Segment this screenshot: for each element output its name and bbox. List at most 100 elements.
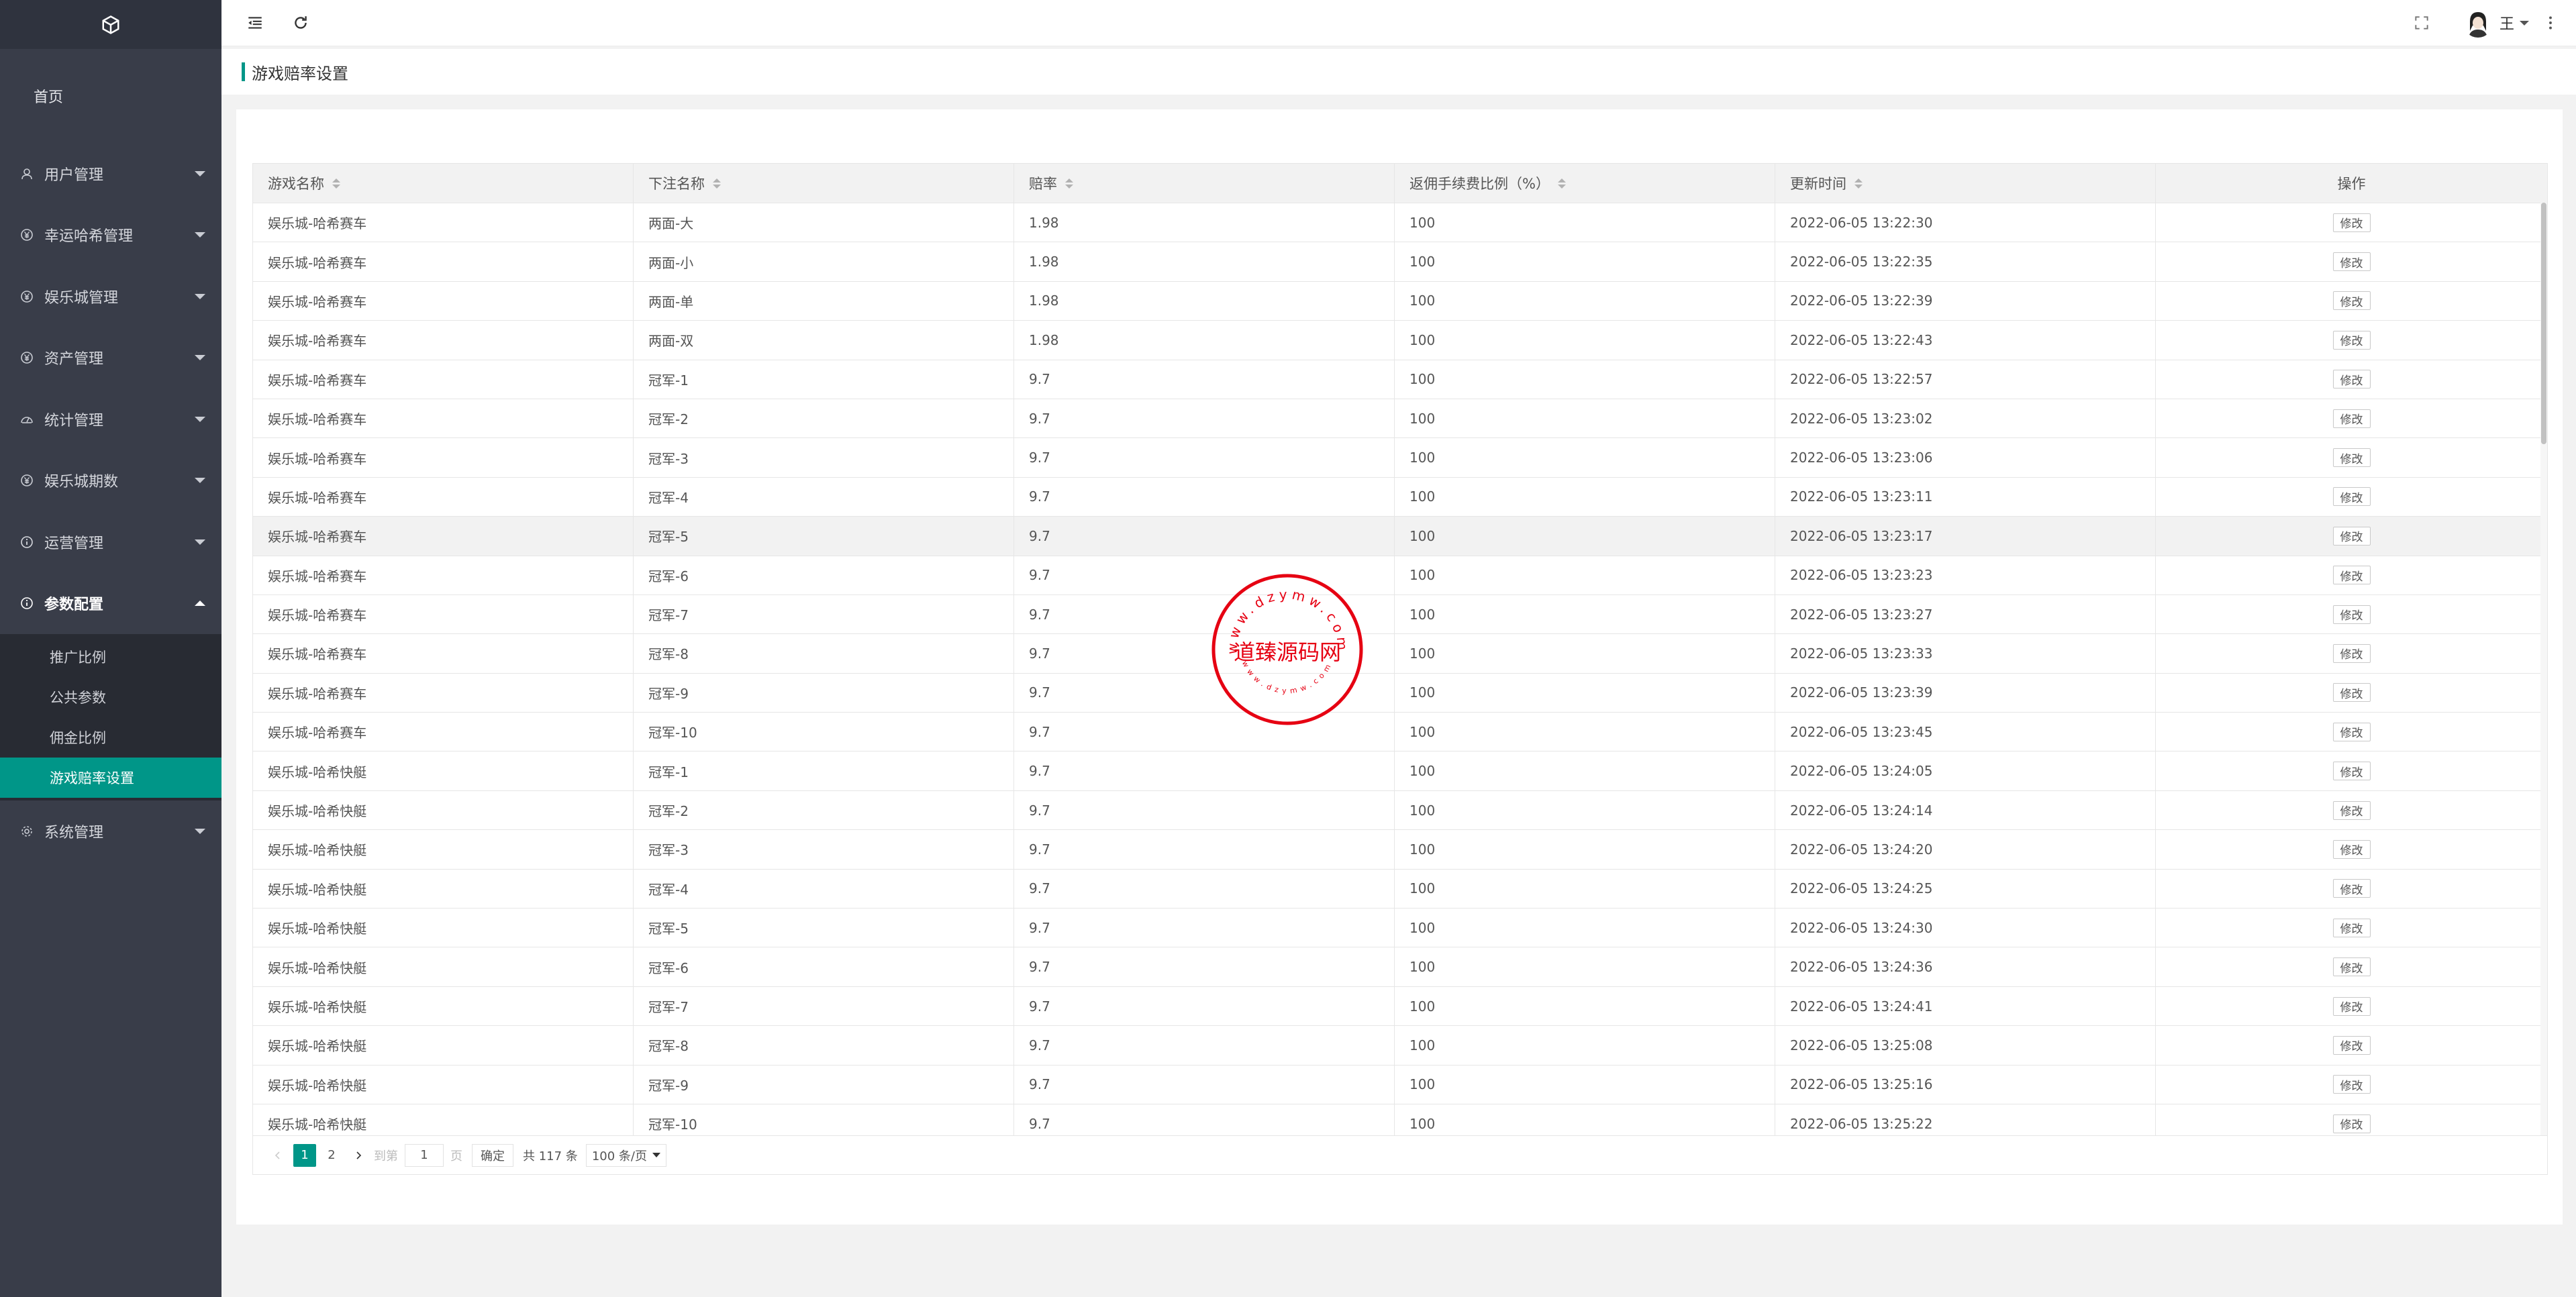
table-row[interactable]: 娱乐城-哈希赛车 冠军-7 9.7 100 2022-06-05 13:23:27 修改	[253, 594, 2547, 635]
page-2[interactable]: 2	[320, 1144, 343, 1167]
submenu-item[interactable]: 游戏赔率设置	[0, 758, 221, 798]
logo[interactable]	[0, 0, 221, 49]
table-cell: 娱乐城-哈希快艇	[253, 986, 634, 1026]
table-cell: 娱乐城-哈希赛车	[253, 594, 634, 634]
edit-button[interactable]: 修改	[2332, 996, 2371, 1016]
user-menu[interactable]: 王	[2463, 8, 2529, 38]
table-cell: 2022-06-05 13:22:35	[1775, 242, 2156, 281]
table-row[interactable]: 娱乐城-哈希赛车 两面-双 1.98 100 2022-06-05 13:22:43 修改	[253, 321, 2547, 360]
table-row[interactable]: 娱乐城-哈希赛车 冠军-8 9.7 100 2022-06-05 13:23:33 修改	[253, 634, 2547, 674]
edit-button[interactable]: 修改	[2332, 762, 2371, 781]
sort-icon[interactable]	[713, 178, 721, 189]
vertical-scrollbar[interactable]	[2540, 203, 2547, 1174]
edit-button[interactable]: 修改	[2332, 370, 2371, 389]
table-row[interactable]: 娱乐城-哈希快艇 冠军-6 9.7 100 2022-06-05 13:24:36 修改	[253, 947, 2547, 987]
table-cell: 2022-06-05 13:24:30	[1775, 909, 2156, 947]
table-row[interactable]: 娱乐城-哈希赛车 冠军-9 9.7 100 2022-06-05 13:23:39 修改	[253, 673, 2547, 713]
sidebar-item-9[interactable]: 系统管理	[0, 800, 221, 862]
chevron-down-icon	[195, 828, 205, 834]
table-row[interactable]: 娱乐城-哈希赛车 冠军-6 9.7 100 2022-06-05 13:23:23 修改	[253, 556, 2547, 595]
edit-button[interactable]: 修改	[2332, 448, 2371, 468]
table-row[interactable]: 娱乐城-哈希快艇 冠军-7 9.7 100 2022-06-05 13:24:41 修改	[253, 986, 2547, 1027]
sidebar-item-7[interactable]: 运营管理	[0, 511, 221, 573]
table-row[interactable]: 娱乐城-哈希赛车 两面-小 1.98 100 2022-06-05 13:22:35 修改	[253, 242, 2547, 282]
sort-icon[interactable]	[332, 178, 340, 189]
edit-button[interactable]: 修改	[2332, 879, 2371, 898]
edit-button[interactable]: 修改	[2332, 252, 2371, 272]
edit-button[interactable]: 修改	[2332, 957, 2371, 977]
sort-icon[interactable]	[1065, 178, 1073, 189]
column-header[interactable]: 更新时间	[1775, 164, 2156, 203]
sidebar-item-4[interactable]: 资产管理	[0, 327, 221, 389]
sidebar-item-label: 系统管理	[44, 824, 104, 841]
more-vertical-icon[interactable]	[2541, 13, 2560, 32]
page-jump-input[interactable]: 1	[405, 1143, 444, 1167]
edit-button[interactable]: 修改	[2332, 722, 2371, 741]
page-size-select[interactable]: 100 条/页	[585, 1143, 666, 1167]
scrollbar-thumb[interactable]	[2541, 203, 2546, 444]
sidebar-item-home[interactable]: 首页	[0, 49, 221, 143]
fullscreen-icon[interactable]	[2412, 13, 2431, 32]
edit-button[interactable]: 修改	[2332, 643, 2371, 663]
edit-button[interactable]: 修改	[2332, 409, 2371, 428]
table-row[interactable]: 娱乐城-哈希赛车 两面-大 1.98 100 2022-06-05 13:22:30 修改	[253, 203, 2547, 243]
table-row[interactable]: 娱乐城-哈希赛车 冠军-3 9.7 100 2022-06-05 13:23:06 修改	[253, 438, 2547, 478]
column-header[interactable]: 游戏名称	[253, 164, 634, 203]
page-current[interactable]: 1	[293, 1143, 316, 1167]
submenu-item[interactable]: 佣金比例	[0, 717, 221, 758]
edit-button[interactable]: 修改	[2332, 1035, 2371, 1055]
table-cell: 冠军-5	[634, 909, 1014, 947]
table-row[interactable]: 娱乐城-哈希快艇 冠军-3 9.7 100 2022-06-05 13:24:20 修改	[253, 830, 2547, 870]
column-header: 操作	[2156, 164, 2547, 203]
edit-button[interactable]: 修改	[2332, 291, 2371, 311]
edit-button[interactable]: 修改	[2332, 213, 2371, 232]
table-row[interactable]: 娱乐城-哈希快艇 冠军-4 9.7 100 2022-06-05 13:24:25 修改	[253, 869, 2547, 909]
submenu-item[interactable]: 推广比例	[0, 637, 221, 677]
sidebar-item-8[interactable]: 参数配置	[0, 573, 221, 635]
sidebar-item-5[interactable]: 统计管理	[0, 388, 221, 450]
edit-button[interactable]: 修改	[2332, 330, 2371, 350]
table-row[interactable]: 娱乐城-哈希快艇 冠军-2 9.7 100 2022-06-05 13:24:14 修改	[253, 790, 2547, 831]
table-cell: 9.7	[1014, 869, 1395, 909]
title-accent	[242, 62, 245, 81]
sort-icon[interactable]	[1557, 178, 1566, 189]
info-circle-icon	[20, 535, 34, 549]
table-cell: 100	[1395, 594, 1775, 634]
edit-button[interactable]: 修改	[2332, 487, 2371, 507]
edit-button[interactable]: 修改	[2332, 918, 2371, 937]
table-row[interactable]: 娱乐城-哈希赛车 冠军-10 9.7 100 2022-06-05 13:23:45 修改	[253, 713, 2547, 752]
edit-button[interactable]: 修改	[2332, 566, 2371, 585]
table-row[interactable]: 娱乐城-哈希快艇 冠军-8 9.7 100 2022-06-05 13:25:08 修改	[253, 1026, 2547, 1066]
table-row[interactable]: 娱乐城-哈希赛车 冠军-1 9.7 100 2022-06-05 13:22:57 修改	[253, 360, 2547, 399]
sidebar-item-6[interactable]: 娱乐城期数	[0, 450, 221, 512]
edit-button[interactable]: 修改	[2332, 800, 2371, 820]
table-row[interactable]: 娱乐城-哈希赛车 冠军-4 9.7 100 2022-06-05 13:23:11 修改	[253, 477, 2547, 517]
sidebar-item-2[interactable]: 幸运哈希管理	[0, 205, 221, 266]
edit-button[interactable]: 修改	[2332, 526, 2371, 546]
menu-fold-icon[interactable]	[246, 13, 264, 32]
table-row[interactable]: 娱乐城-哈希赛车 冠军-2 9.7 100 2022-06-05 13:23:02 修改	[253, 399, 2547, 439]
sidebar-item-1[interactable]: 用户管理	[0, 143, 221, 205]
refresh-icon[interactable]	[291, 13, 310, 32]
table-row[interactable]: 娱乐城-哈希快艇 冠军-1 9.7 100 2022-06-05 13:24:05 修改	[253, 751, 2547, 791]
column-header[interactable]: 下注名称	[634, 164, 1014, 203]
next-page-button[interactable]	[347, 1144, 370, 1167]
edit-button[interactable]: 修改	[2332, 839, 2371, 859]
table-body[interactable]: 娱乐城-哈希赛车 两面-大 1.98 100 2022-06-05 13:22:30 修改…	[253, 203, 2547, 1136]
column-header[interactable]: 赔率	[1014, 164, 1395, 203]
column-header[interactable]: 返佣手续费比例（%）	[1395, 164, 1775, 203]
edit-button[interactable]: 修改	[2332, 605, 2371, 624]
edit-button[interactable]: 修改	[2332, 683, 2371, 703]
table-row[interactable]: 娱乐城-哈希快艇 冠军-9 9.7 100 2022-06-05 13:25:16 修改	[253, 1065, 2547, 1104]
table-row[interactable]: 娱乐城-哈希赛车 两面-单 1.98 100 2022-06-05 13:22:39 修改	[253, 281, 2547, 321]
edit-button[interactable]: 修改	[2332, 1114, 2371, 1133]
sort-icon[interactable]	[1854, 178, 1863, 189]
confirm-button[interactable]: 确定	[472, 1143, 513, 1167]
sidebar-item-3[interactable]: 娱乐城管理	[0, 266, 221, 327]
table-row[interactable]: 娱乐城-哈希赛车 冠军-5 9.7 100 2022-06-05 13:23:17 修改	[253, 517, 2547, 556]
submenu-item[interactable]: 公共参数	[0, 677, 221, 717]
edit-button[interactable]: 修改	[2332, 1075, 2371, 1094]
table-row[interactable]: 娱乐城-哈希快艇 冠军-10 9.7 100 2022-06-05 13:25:22 修改	[253, 1104, 2547, 1136]
table-row[interactable]: 娱乐城-哈希快艇 冠军-5 9.7 100 2022-06-05 13:24:30 修改	[253, 909, 2547, 948]
prev-page-button[interactable]	[266, 1144, 289, 1167]
